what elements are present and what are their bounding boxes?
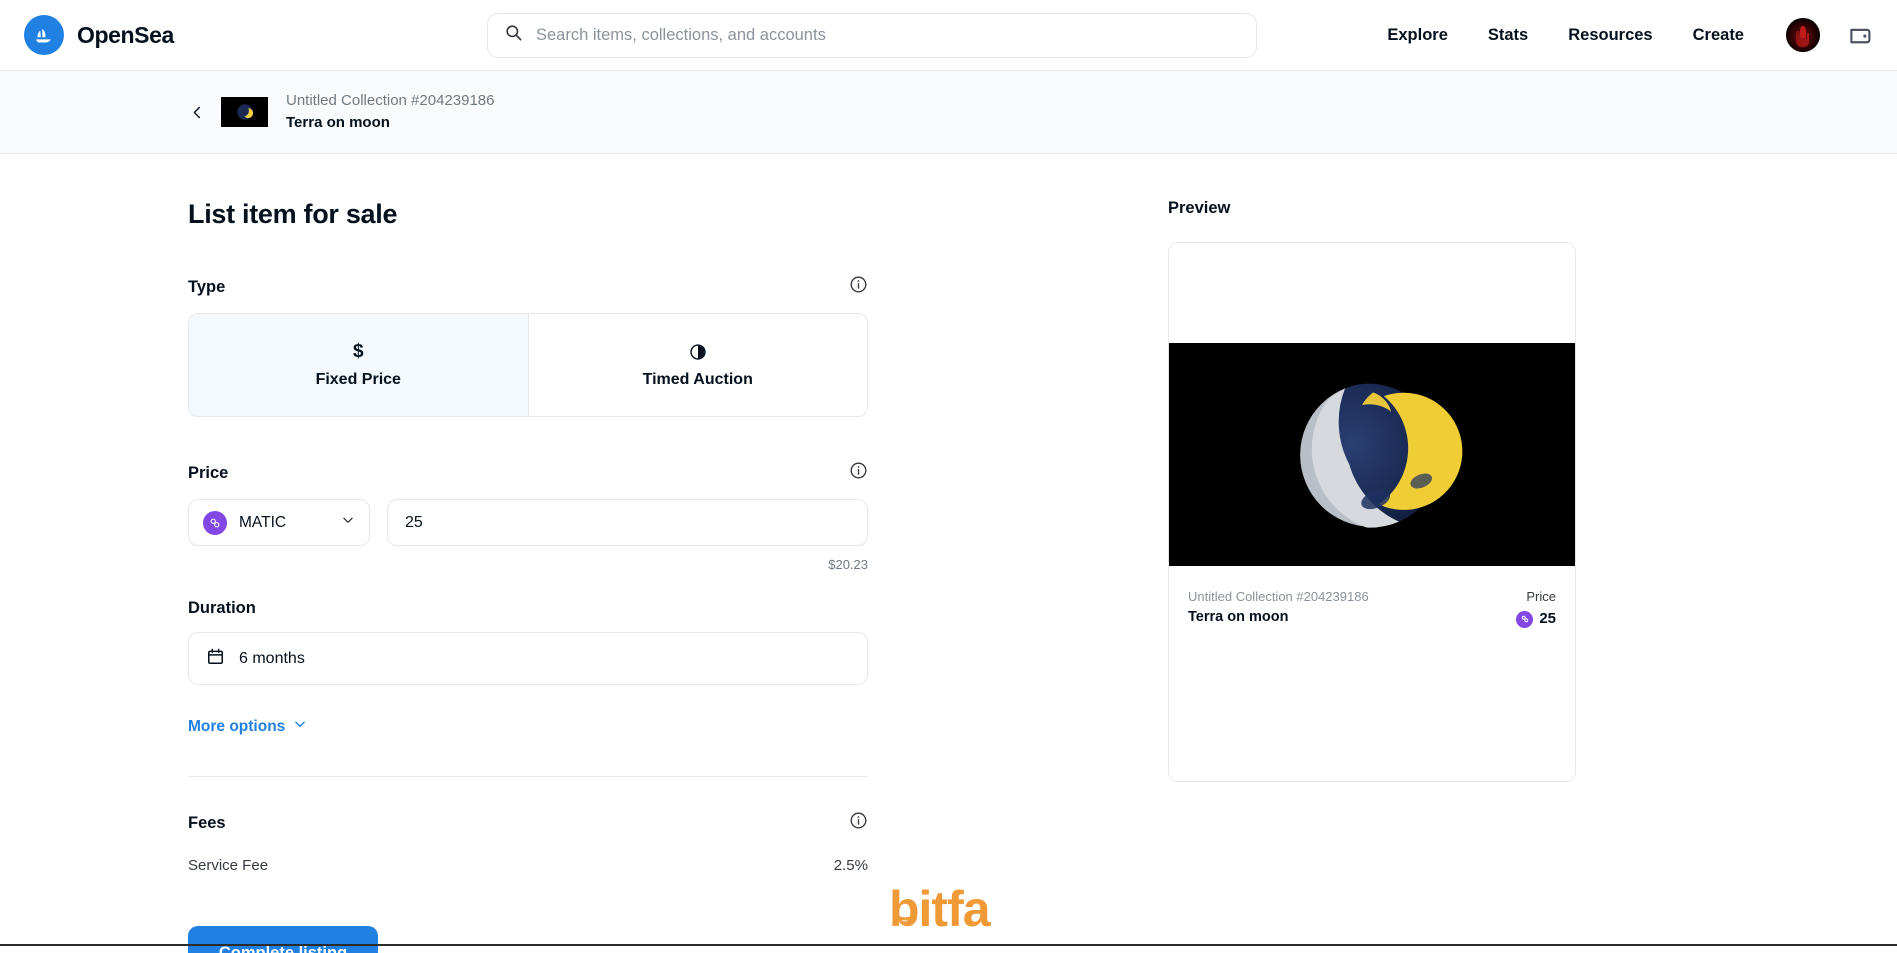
breadcrumb-item-name[interactable]: Terra on moon <box>286 113 494 133</box>
currency-name: MATIC <box>239 513 287 531</box>
preview-card-top-space <box>1169 243 1575 343</box>
header-nav: Explore Stats Resources Create <box>1367 18 1875 52</box>
page-title: List item for sale <box>188 199 398 229</box>
type-option-fixed-price-label: Fixed Price <box>315 370 401 388</box>
preview-collection: Untitled Collection #204239186 <box>1188 589 1369 604</box>
price-header: Price <box>188 461 868 485</box>
duration-value: 6 months <box>239 649 305 667</box>
type-section: Type $ Fixed Price Timed Auction <box>188 275 1028 417</box>
info-icon[interactable] <box>849 811 868 835</box>
section-divider <box>188 776 868 777</box>
dollar-icon: $ <box>352 341 364 362</box>
nav-item-explore[interactable]: Explore <box>1367 26 1468 45</box>
price-row: MATIC <box>188 499 868 546</box>
chevron-down-icon <box>341 513 355 532</box>
preview-card-names: Untitled Collection #204239186 Terra on … <box>1188 588 1369 630</box>
preview-card-info: Untitled Collection #204239186 Terra on … <box>1169 566 1575 630</box>
fee-name: Service Fee <box>188 857 269 874</box>
nav-item-create[interactable]: Create <box>1673 26 1764 45</box>
fee-value: 2.5% <box>833 857 868 874</box>
fees-section: Fees Service Fee 2.5% <box>188 811 1028 874</box>
page-body: List item for sale Type $ Fixed Price Ti… <box>0 154 1897 953</box>
breadcrumb: Untitled Collection #204239186 Terra on … <box>0 71 1897 154</box>
preview-label: Preview <box>1168 199 1231 217</box>
bitfa-watermark: bitfa <box>889 881 1014 945</box>
wallet-icon[interactable] <box>1848 22 1875 49</box>
more-options-label: More options <box>188 717 286 735</box>
breadcrumb-collection[interactable]: Untitled Collection #204239186 <box>286 91 494 111</box>
bottom-rule <box>0 944 1897 946</box>
preview-price-label: Price <box>1526 589 1556 604</box>
more-options-toggle[interactable]: More options <box>188 717 307 736</box>
matic-icon <box>203 510 227 535</box>
price-section: Price MATIC 25 $20.23 <box>188 461 1028 572</box>
complete-listing-button[interactable]: Complete listing <box>188 926 378 953</box>
price-label: Price <box>188 463 229 482</box>
app-header: OpenSea Explore Stats Resources Create <box>0 0 1897 71</box>
nav-item-resources[interactable]: Resources <box>1548 26 1672 45</box>
search-icon <box>504 23 523 47</box>
currency-select[interactable]: MATIC <box>188 499 370 546</box>
brand-logo-link[interactable]: OpenSea <box>24 15 174 55</box>
chevron-left-icon[interactable] <box>190 105 205 120</box>
moon-thumbnail-icon[interactable] <box>221 97 268 127</box>
duration-label: Duration <box>188 599 256 617</box>
info-icon[interactable] <box>849 275 868 299</box>
svg-text:bitfa: bitfa <box>889 885 992 937</box>
duration-header: Duration <box>188 599 868 618</box>
type-label: Type <box>188 277 226 296</box>
matic-icon <box>1516 610 1534 628</box>
opensea-sailboat-logo-icon <box>24 15 64 55</box>
type-header: Type <box>188 275 868 299</box>
preview-price-value: 25 <box>1539 610 1556 628</box>
brand-name: OpenSea <box>77 21 174 48</box>
calendar-icon <box>206 647 225 671</box>
user-avatar[interactable] <box>1786 18 1820 52</box>
duration-section: Duration 6 months <box>188 599 1028 685</box>
fee-row: Service Fee 2.5% <box>188 857 868 874</box>
info-icon[interactable] <box>849 461 868 485</box>
type-option-fixed-price[interactable]: $ Fixed Price <box>189 314 528 416</box>
preview-panel: Preview Untitled Collection #204239186 T… <box>1168 154 1576 953</box>
clock-icon <box>689 342 707 362</box>
chevron-down-icon <box>293 717 307 736</box>
preview-item-name: Terra on moon <box>1188 609 1289 626</box>
fees-label: Fees <box>188 813 226 832</box>
search-input[interactable] <box>536 25 1240 45</box>
type-option-timed-auction-label: Timed Auction <box>642 370 753 388</box>
search-container <box>487 12 1257 58</box>
preview-card-price: Price 25 <box>1516 588 1556 630</box>
fees-header: Fees <box>188 811 868 835</box>
preview-price-row: 25 <box>1516 608 1556 629</box>
search-box[interactable] <box>487 12 1257 58</box>
type-option-timed-auction[interactable]: Timed Auction <box>527 314 867 416</box>
preview-card[interactable]: Untitled Collection #204239186 Terra on … <box>1168 242 1576 782</box>
price-input[interactable] <box>387 499 868 546</box>
breadcrumb-text: Untitled Collection #204239186 Terra on … <box>286 91 494 134</box>
type-options: $ Fixed Price Timed Auction <box>188 313 868 417</box>
nav-item-stats[interactable]: Stats <box>1468 26 1548 45</box>
duration-select[interactable]: 6 months <box>188 632 868 685</box>
listing-form: List item for sale Type $ Fixed Price Ti… <box>188 154 1028 953</box>
price-usd-value: $20.23 <box>828 557 868 572</box>
moon-artwork-icon <box>1169 343 1575 566</box>
